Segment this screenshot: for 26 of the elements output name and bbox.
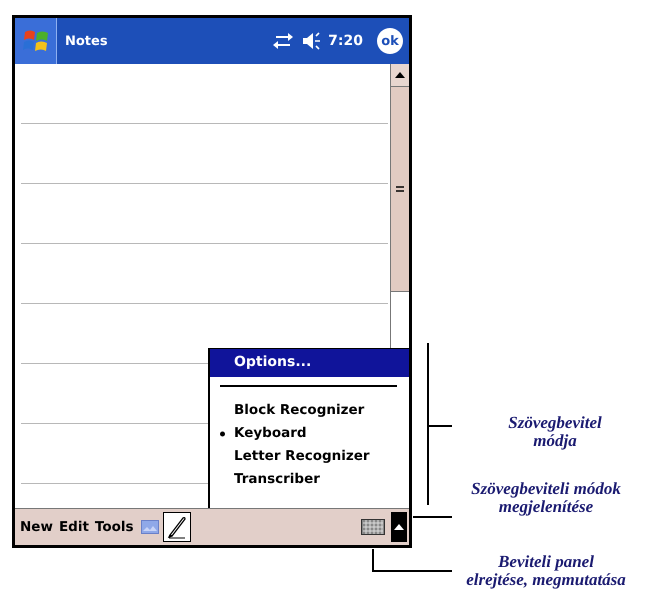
annotation-text: Szövegbevitel módja	[507, 414, 603, 450]
input-method-item[interactable]: Keyboard	[210, 422, 409, 445]
start-button[interactable]	[15, 18, 57, 64]
annotation-text: Beviteli panel elrejtése, megmutatása	[465, 553, 627, 589]
scroll-thumb[interactable]	[391, 87, 409, 292]
keyboard-icon[interactable]	[361, 519, 385, 535]
ok-button[interactable]: ok	[377, 28, 403, 54]
scroll-up-button[interactable]	[391, 64, 409, 87]
menu-item[interactable]: Edit	[56, 519, 92, 535]
menu-item[interactable]: Tools	[92, 519, 137, 535]
annotation-text: Szövegbeviteli módok megjelenítése	[470, 480, 622, 516]
picture-icon[interactable]	[140, 520, 159, 534]
caret-up-icon	[395, 72, 405, 78]
input-method-item[interactable]: Transcriber	[210, 468, 409, 491]
menu-item[interactable]: New	[17, 519, 56, 535]
connectivity-arrows-icon[interactable]	[272, 32, 294, 50]
options-menu-item[interactable]: Options...	[210, 349, 409, 377]
caret-up-icon	[394, 524, 404, 530]
grip-icon	[396, 186, 404, 192]
input-method-item[interactable]: Block Recognizer	[210, 399, 409, 422]
input-selector-button[interactable]	[391, 512, 407, 542]
pen-button[interactable]	[162, 512, 191, 542]
input-method-item[interactable]: Letter Recognizer	[210, 445, 409, 468]
pen-icon	[166, 515, 188, 539]
window-title: Notes	[65, 34, 109, 48]
clock-time[interactable]: 7:20	[328, 33, 363, 49]
